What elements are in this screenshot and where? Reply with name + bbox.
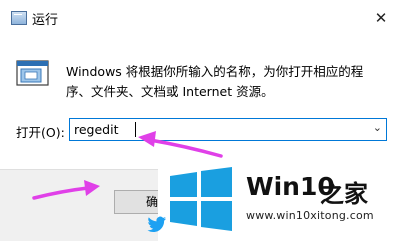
run-dialog-icon xyxy=(16,60,49,86)
chevron-down-icon[interactable]: ⌄ xyxy=(373,121,382,134)
open-label: 打开(O): xyxy=(16,125,65,140)
command-input[interactable]: regedit ⌄ xyxy=(69,118,387,141)
twitter-bird-icon xyxy=(147,216,166,232)
close-icon[interactable]: ✕ xyxy=(369,6,393,30)
run-app-icon xyxy=(11,11,27,25)
title-bar: 运行 ✕ xyxy=(0,0,399,36)
brand-url: www.win10xitong.com xyxy=(246,209,374,222)
windows-logo-icon xyxy=(170,167,232,231)
text-caret xyxy=(135,122,136,137)
brand-suffix: 之家 xyxy=(320,180,368,208)
dialog-body xyxy=(0,36,399,169)
command-value: regedit xyxy=(74,122,119,137)
window-title: 运行 xyxy=(32,13,59,28)
run-description: Windows 将根据你所输入的名称，为你打开相应的程序、文件夹、文档或 Int… xyxy=(66,64,364,99)
run-dialog: 运行 ✕ Windows 将根据你所输入的名称，为你打开相应的程序、文件夹、文档… xyxy=(0,0,399,241)
